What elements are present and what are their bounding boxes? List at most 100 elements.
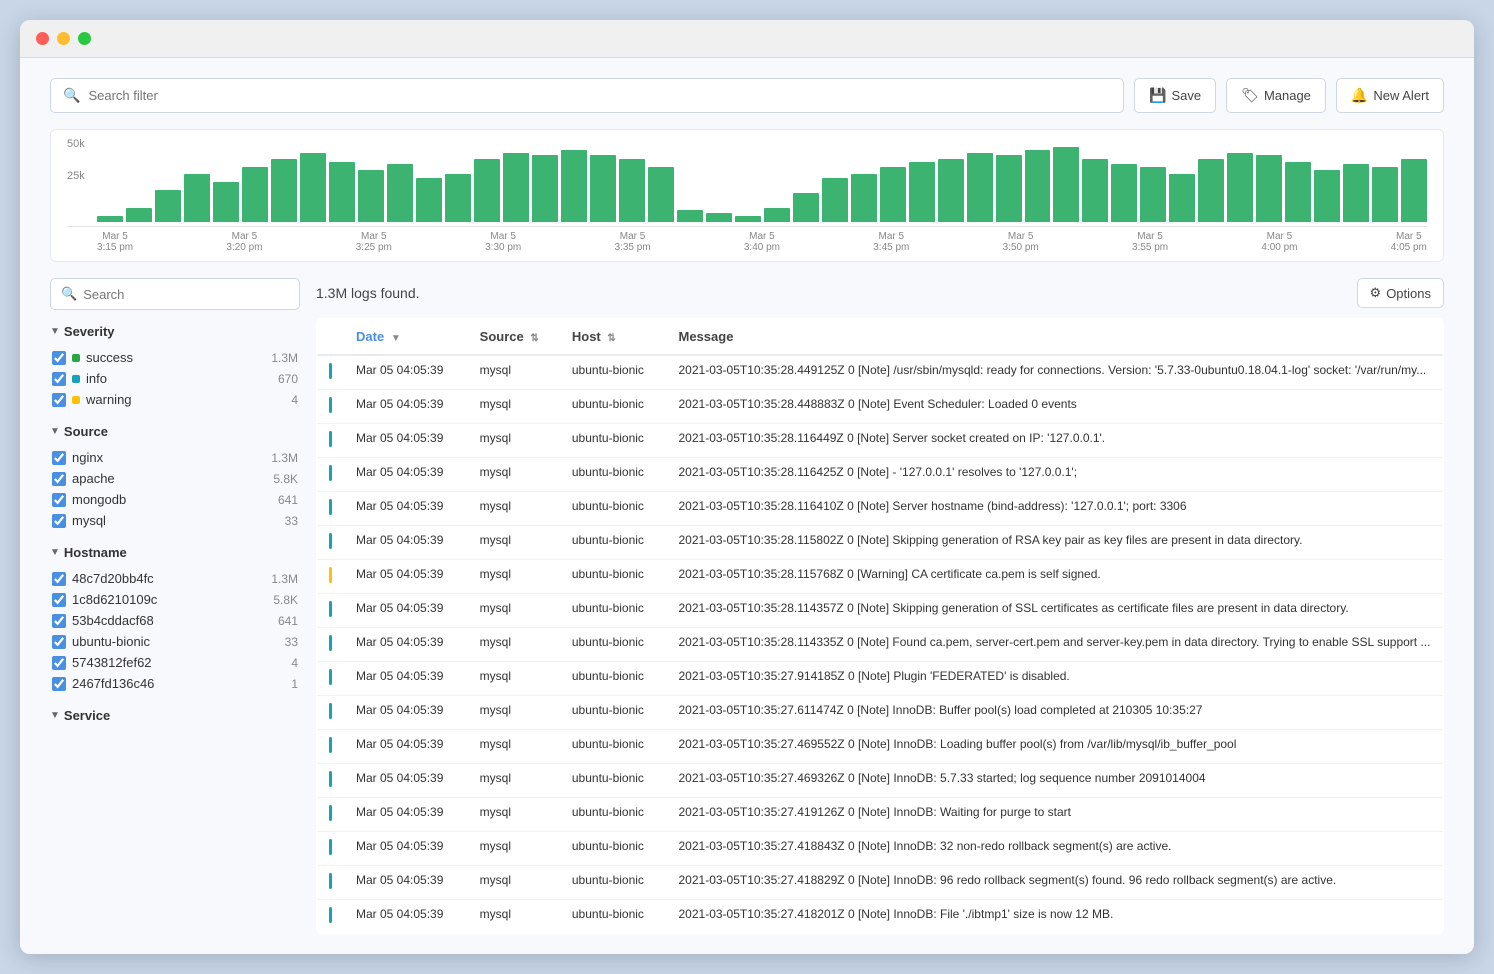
source-header[interactable]: ▼ Source: [50, 424, 300, 439]
hostname-4-checkbox[interactable]: [52, 656, 66, 670]
chart-bar-25[interactable]: [822, 178, 848, 222]
severity-success[interactable]: success 1.3M: [50, 347, 300, 368]
chart-bars[interactable]: [67, 142, 1427, 222]
chart-bar-5[interactable]: [242, 167, 268, 222]
table-row[interactable]: Mar 05 04:05:39 mysql ubuntu-bionic 2021…: [317, 458, 1444, 492]
chart-bar-22[interactable]: [735, 216, 761, 222]
table-row[interactable]: Mar 05 04:05:39 mysql ubuntu-bionic 2021…: [317, 390, 1444, 424]
chart-bar-8[interactable]: [329, 162, 355, 222]
hostname-0-checkbox[interactable]: [52, 572, 66, 586]
chart-bar-35[interactable]: [1111, 164, 1137, 222]
severity-info[interactable]: info 670: [50, 368, 300, 389]
chart-bar-31[interactable]: [996, 155, 1022, 222]
close-button[interactable]: [36, 32, 49, 45]
manage-button[interactable]: 🏷 Manage: [1226, 78, 1326, 113]
hostname-2-checkbox[interactable]: [52, 614, 66, 628]
chart-bar-15[interactable]: [532, 155, 558, 222]
service-header[interactable]: ▼ Service: [50, 708, 300, 723]
source-nginx-checkbox[interactable]: [52, 451, 66, 465]
hostname-2[interactable]: 53b4cddacf68 641: [50, 610, 300, 631]
table-row[interactable]: Mar 05 04:05:39 mysql ubuntu-bionic 2021…: [317, 355, 1444, 390]
table-row[interactable]: Mar 05 04:05:39 mysql ubuntu-bionic 2021…: [317, 730, 1444, 764]
hostname-4[interactable]: 5743812fef62 4: [50, 652, 300, 673]
source-mysql-checkbox[interactable]: [52, 514, 66, 528]
table-row[interactable]: Mar 05 04:05:39 mysql ubuntu-bionic 2021…: [317, 832, 1444, 866]
table-row[interactable]: Mar 05 04:05:39 mysql ubuntu-bionic 2021…: [317, 492, 1444, 526]
col-source-header[interactable]: Source ⇅: [468, 319, 560, 356]
chart-bar-30[interactable]: [967, 153, 993, 222]
col-date-header[interactable]: Date ▼: [344, 319, 468, 356]
chart-bar-13[interactable]: [474, 159, 500, 222]
severity-success-checkbox[interactable]: [52, 351, 66, 365]
chart-bar-34[interactable]: [1082, 159, 1108, 222]
severity-info-checkbox[interactable]: [52, 372, 66, 386]
chart-bar-21[interactable]: [706, 213, 732, 222]
chart-bar-11[interactable]: [416, 178, 442, 222]
table-row[interactable]: Mar 05 04:05:39 mysql ubuntu-bionic 2021…: [317, 594, 1444, 628]
chart-bar-2[interactable]: [155, 190, 181, 222]
hostname-3[interactable]: ubuntu-bionic 33: [50, 631, 300, 652]
chart-bar-23[interactable]: [764, 208, 790, 222]
chart-bar-3[interactable]: [184, 174, 210, 222]
source-mysql[interactable]: mysql 33: [50, 510, 300, 531]
severity-warning[interactable]: warning 4: [50, 389, 300, 410]
table-row[interactable]: Mar 05 04:05:39 mysql ubuntu-bionic 2021…: [317, 866, 1444, 900]
source-mongodb[interactable]: mongodb 641: [50, 489, 300, 510]
table-row[interactable]: Mar 05 04:05:39 mysql ubuntu-bionic 2021…: [317, 900, 1444, 934]
sidebar-search-input[interactable]: [83, 287, 289, 302]
chart-bar-24[interactable]: [793, 193, 819, 222]
col-host-header[interactable]: Host ⇅: [560, 319, 667, 356]
table-row[interactable]: Mar 05 04:05:39 mysql ubuntu-bionic 2021…: [317, 696, 1444, 730]
chart-bar-36[interactable]: [1140, 167, 1166, 222]
chart-bar-1[interactable]: [126, 208, 152, 222]
maximize-button[interactable]: [78, 32, 91, 45]
table-row[interactable]: Mar 05 04:05:39 mysql ubuntu-bionic 2021…: [317, 424, 1444, 458]
chart-bar-14[interactable]: [503, 153, 529, 222]
table-row[interactable]: Mar 05 04:05:39 mysql ubuntu-bionic 2021…: [317, 764, 1444, 798]
chart-bar-17[interactable]: [590, 155, 616, 222]
sidebar-search-bar[interactable]: 🔍: [50, 278, 300, 310]
hostname-1-checkbox[interactable]: [52, 593, 66, 607]
chart-bar-10[interactable]: [387, 164, 413, 222]
source-mongodb-checkbox[interactable]: [52, 493, 66, 507]
chart-bar-0[interactable]: [97, 216, 123, 222]
source-nginx[interactable]: nginx 1.3M: [50, 447, 300, 468]
search-filter-input[interactable]: [88, 88, 1111, 103]
chart-bar-6[interactable]: [271, 159, 297, 222]
hostname-5[interactable]: 2467fd136c46 1: [50, 673, 300, 694]
hostname-0[interactable]: 48c7d20bb4fc 1.3M: [50, 568, 300, 589]
options-button[interactable]: ⚙ Options: [1357, 278, 1444, 308]
severity-header[interactable]: ▼ Severity: [50, 324, 300, 339]
hostname-1[interactable]: 1c8d6210109c 5.8K: [50, 589, 300, 610]
table-row[interactable]: Mar 05 04:05:39 mysql ubuntu-bionic 2021…: [317, 526, 1444, 560]
chart-bar-39[interactable]: [1227, 153, 1253, 222]
chart-bar-27[interactable]: [880, 167, 906, 222]
chart-bar-38[interactable]: [1198, 159, 1224, 222]
chart-bar-9[interactable]: [358, 170, 384, 222]
hostname-header[interactable]: ▼ Hostname: [50, 545, 300, 560]
chart-bar-44[interactable]: [1372, 167, 1398, 222]
chart-bar-33[interactable]: [1053, 147, 1079, 222]
chart-bar-26[interactable]: [851, 174, 877, 222]
hostname-3-checkbox[interactable]: [52, 635, 66, 649]
chart-bar-19[interactable]: [648, 167, 674, 222]
hostname-5-checkbox[interactable]: [52, 677, 66, 691]
chart-bar-28[interactable]: [909, 162, 935, 222]
chart-bar-29[interactable]: [938, 159, 964, 222]
chart-bar-16[interactable]: [561, 150, 587, 222]
table-row[interactable]: Mar 05 04:05:39 mysql ubuntu-bionic 2021…: [317, 798, 1444, 832]
save-button[interactable]: 💾 Save: [1134, 78, 1216, 113]
table-row[interactable]: Mar 05 04:05:39 mysql ubuntu-bionic 2021…: [317, 628, 1444, 662]
minimize-button[interactable]: [57, 32, 70, 45]
chart-bar-37[interactable]: [1169, 174, 1195, 222]
chart-bar-43[interactable]: [1343, 164, 1369, 222]
new-alert-button[interactable]: 🔔 New Alert: [1336, 78, 1444, 113]
chart-bar-42[interactable]: [1314, 170, 1340, 222]
chart-bar-45[interactable]: [1401, 159, 1427, 222]
table-row[interactable]: Mar 05 04:05:39 mysql ubuntu-bionic 2021…: [317, 662, 1444, 696]
chart-bar-32[interactable]: [1025, 150, 1051, 222]
chart-bar-7[interactable]: [300, 153, 326, 222]
chart-bar-40[interactable]: [1256, 155, 1282, 222]
chart-bar-4[interactable]: [213, 182, 239, 222]
chart-bar-18[interactable]: [619, 159, 645, 222]
